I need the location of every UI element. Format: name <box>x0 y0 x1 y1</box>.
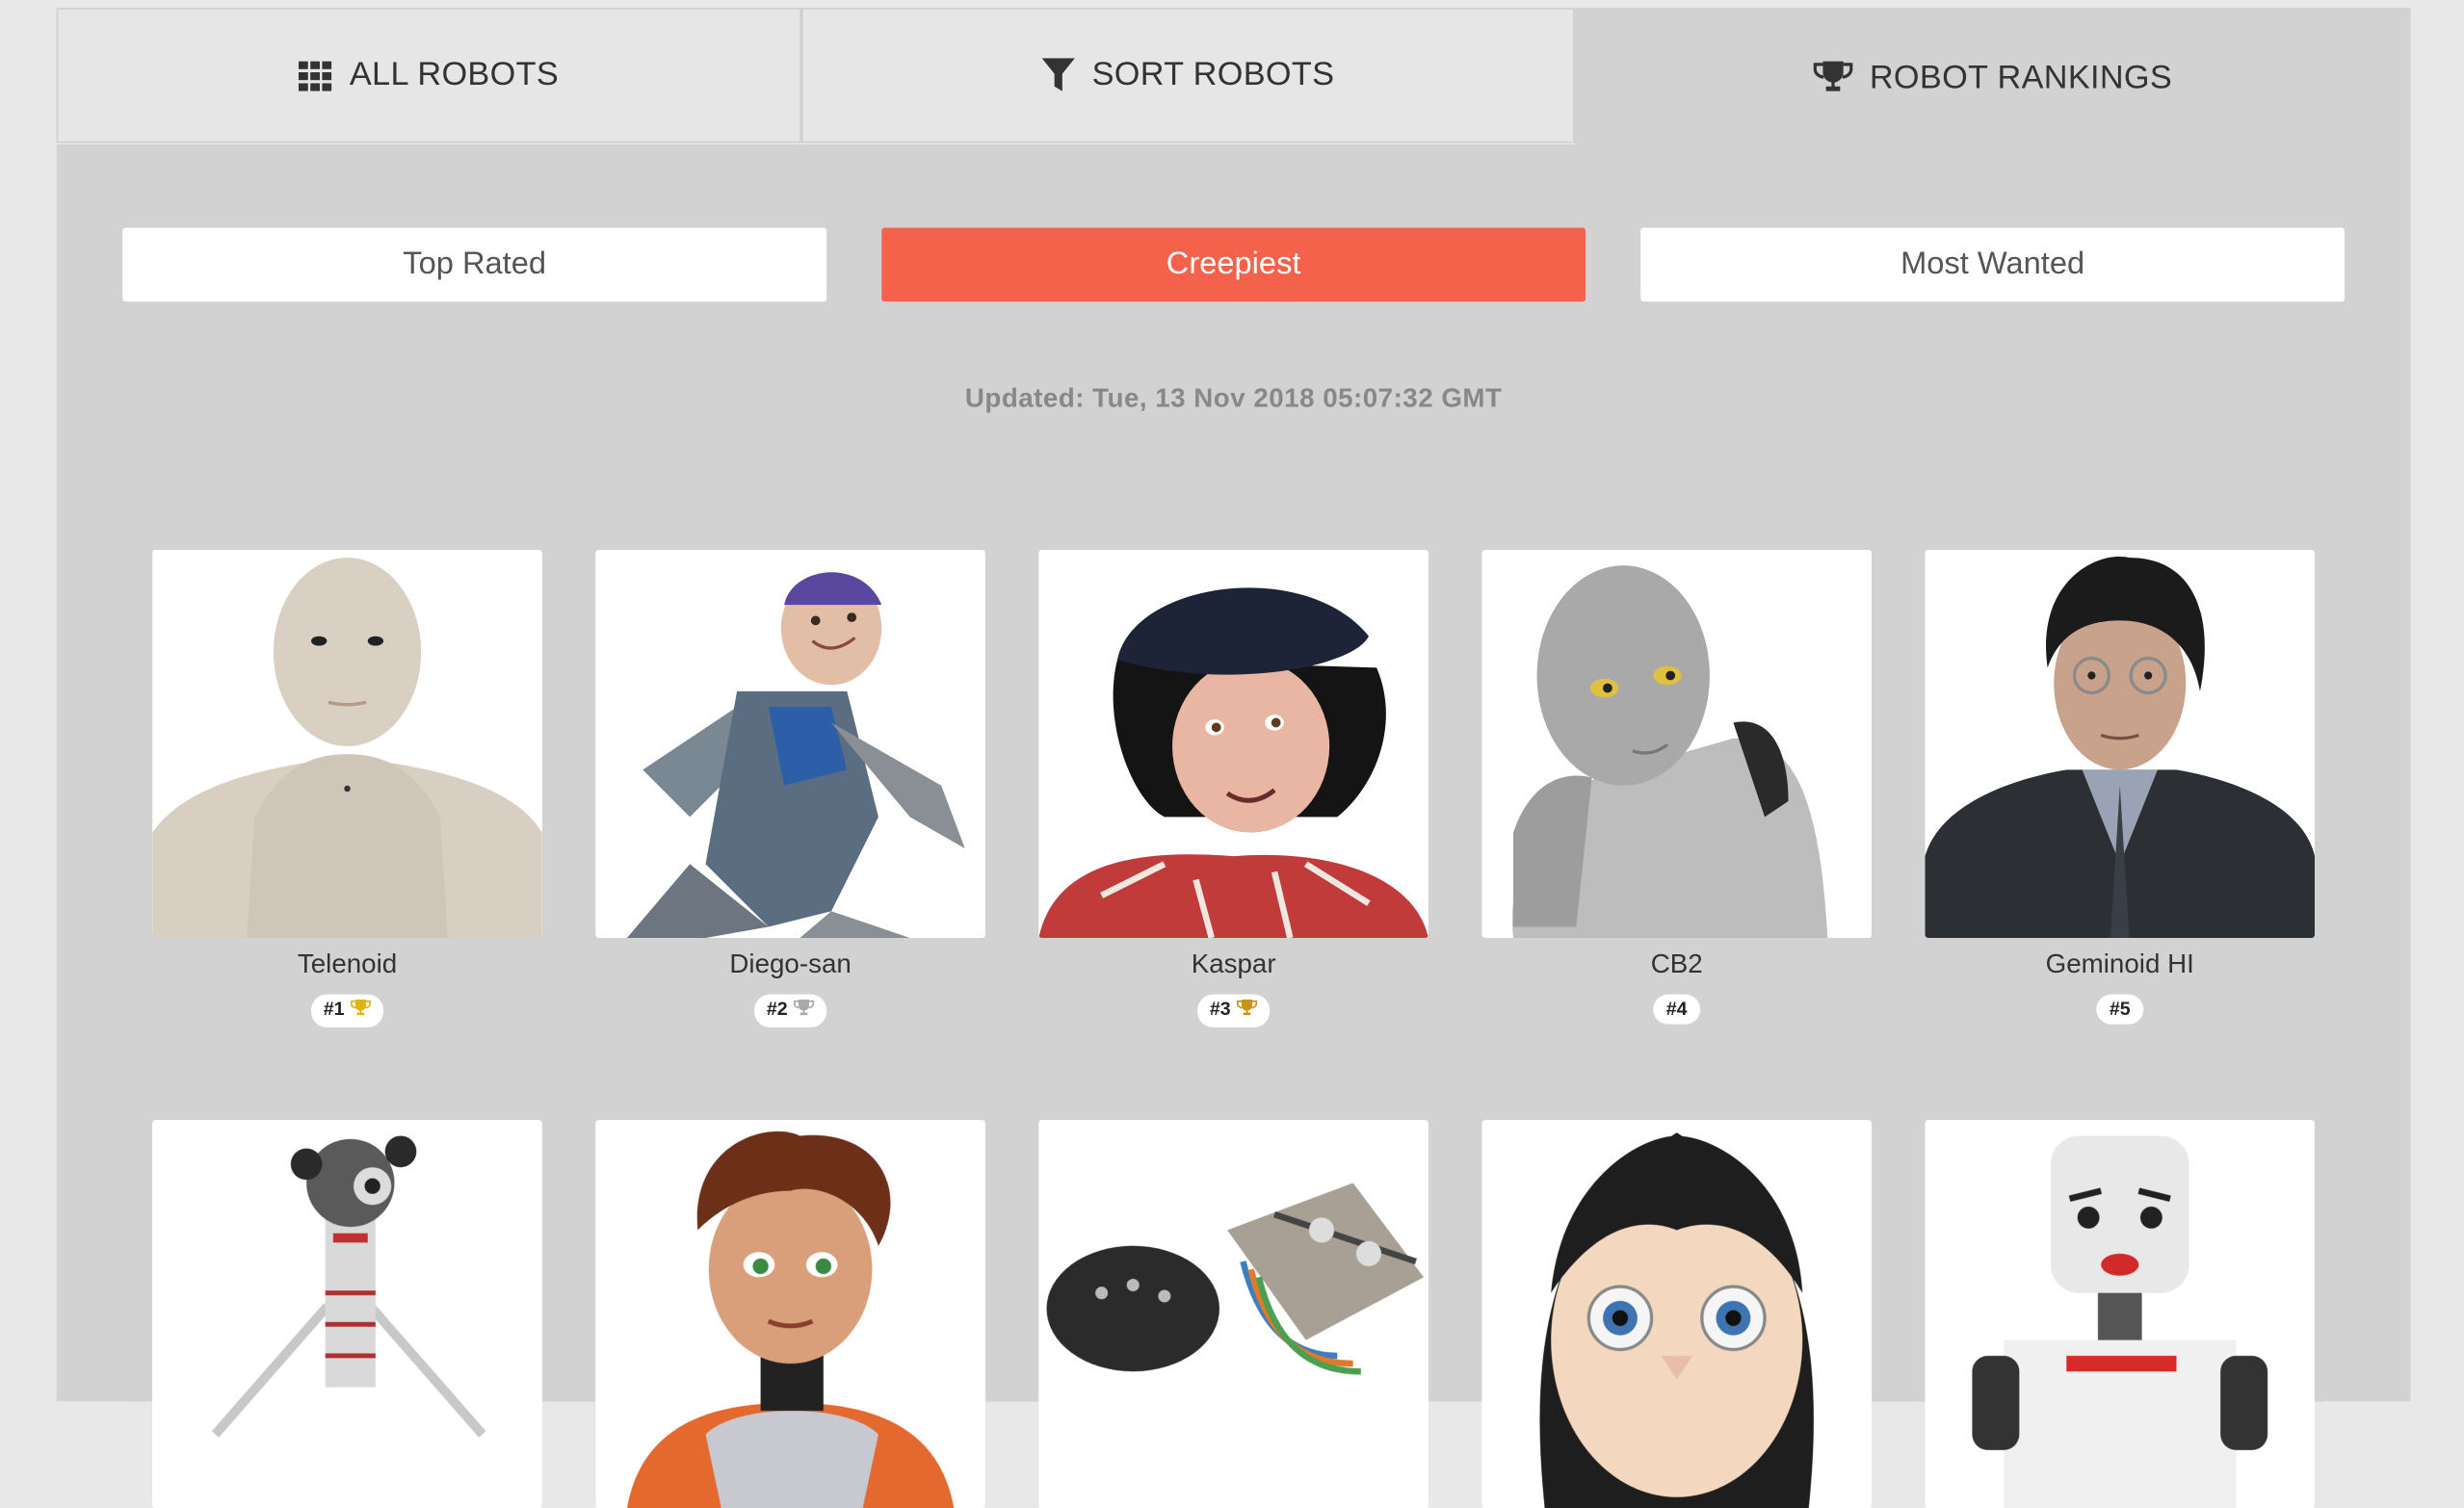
robot-card[interactable] <box>1038 1120 1429 1508</box>
tab-all-robots[interactable]: ALL ROBOTS <box>56 8 802 143</box>
filter-icon <box>1041 58 1075 92</box>
robot-name: Diego-san <box>729 949 852 979</box>
rank-number: #5 <box>2109 997 2131 1020</box>
rank-badge: #2 <box>753 994 827 1027</box>
subtab-creepiest[interactable]: Creepiest <box>881 227 1586 302</box>
robot-name: Telenoid <box>297 949 398 979</box>
grid-icon <box>299 60 332 91</box>
rank-badge: #4 <box>1653 994 1700 1025</box>
robot-image[interactable] <box>152 1120 542 1508</box>
rank-badge: #1 <box>310 994 384 1027</box>
robot-card[interactable]: Geminoid HI #5 <box>1925 549 2316 1025</box>
rank-badge: #5 <box>2096 994 2143 1025</box>
robot-image-kaspar[interactable] <box>1038 549 1429 938</box>
robot-name: Geminoid HI <box>2045 949 2194 979</box>
robot-name: Kaspar <box>1191 949 1276 979</box>
tab-sort-robots[interactable]: SORT ROBOTS <box>801 8 1575 143</box>
robot-image-diego-san[interactable] <box>595 549 985 938</box>
rank-number: #2 <box>766 997 788 1020</box>
robot-card[interactable]: CB2 #4 <box>1481 549 1872 1025</box>
subtab-top-rated[interactable]: Top Rated <box>122 227 827 302</box>
rank-number: #3 <box>1209 997 1231 1020</box>
robot-image-geminoid-hi[interactable] <box>1925 549 2316 938</box>
robot-card[interactable]: Telenoid #1 <box>152 549 542 1027</box>
robot-card[interactable] <box>152 1120 542 1508</box>
rank-number: #4 <box>1665 997 1688 1020</box>
tab-label: SORT ROBOTS <box>1091 56 1335 93</box>
robot-image-telenoid[interactable] <box>152 549 542 938</box>
silver-trophy-icon <box>794 1000 815 1025</box>
robot-image[interactable] <box>1481 1120 1872 1508</box>
robot-card[interactable] <box>1481 1120 1872 1508</box>
updated-timestamp: Updated: Tue, 13 Nov 2018 05:07:32 GMT <box>964 383 1503 414</box>
trophy-icon <box>1813 61 1852 96</box>
tab-label: ROBOT RANKINGS <box>1869 59 2173 96</box>
tab-robot-rankings[interactable]: ROBOT RANKINGS <box>1574 8 2411 149</box>
robot-image[interactable] <box>1925 1120 2316 1508</box>
main-tabbar: ALL ROBOTS SORT ROBOTS ROBOT RANKINGS <box>56 8 2411 149</box>
tab-label: ALL ROBOTS <box>349 56 560 93</box>
robot-image-cb2[interactable] <box>1481 549 1872 938</box>
bronze-trophy-icon <box>1237 1000 1258 1025</box>
robot-name: CB2 <box>1650 949 1703 979</box>
gold-trophy-icon <box>351 1000 372 1025</box>
robot-card[interactable]: Diego-san #2 <box>595 549 985 1027</box>
rankings-panel: Top Rated Creepiest Most Wanted Updated:… <box>56 144 2411 1508</box>
subtab-most-wanted[interactable]: Most Wanted <box>1640 227 2346 302</box>
robot-card[interactable] <box>1925 1120 2316 1508</box>
robot-image[interactable] <box>595 1120 985 1508</box>
rank-badge: #3 <box>1196 994 1271 1027</box>
robot-card[interactable]: Kaspar #3 <box>1038 549 1429 1027</box>
robot-image[interactable] <box>1038 1120 1429 1508</box>
rank-number: #1 <box>323 997 345 1020</box>
robot-card[interactable] <box>595 1120 985 1508</box>
